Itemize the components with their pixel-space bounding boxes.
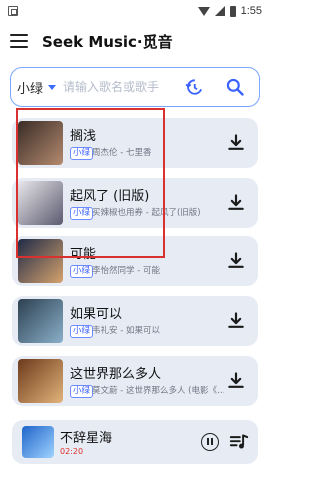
now-playing-title: 不辞星海 — [60, 431, 113, 446]
song-subtitle: 韦礼安 - 如果可以 — [92, 326, 160, 336]
song-item[interactable]: 这世界那么多人 小绿 莫文蔚 - 这世界那么多人 (电影《… — [12, 356, 258, 406]
download-icon[interactable] — [226, 371, 246, 391]
chevron-down-icon[interactable] — [48, 85, 56, 90]
song-title: 如果可以 — [70, 307, 123, 322]
download-icon[interactable] — [226, 193, 246, 213]
playlist-icon[interactable] — [229, 433, 249, 451]
status-bar: 1:55 — [0, 0, 270, 22]
song-item[interactable]: 可能 小绿 李怡然同学 - 可能 — [12, 236, 258, 286]
app-bar: Seek Music·觅音 — [0, 22, 270, 62]
download-icon[interactable] — [226, 311, 246, 331]
download-icon[interactable] — [226, 133, 246, 153]
wifi-icon — [197, 6, 210, 16]
now-playing-bar[interactable]: 不辞星海 02:20 — [12, 420, 258, 464]
album-cover — [18, 181, 63, 225]
source-tag: 小绿 — [70, 385, 94, 398]
source-tag: 小绿 — [70, 265, 94, 278]
notification-icon — [8, 6, 18, 16]
source-tag: 小绿 — [70, 147, 94, 160]
album-cover — [18, 121, 63, 165]
song-item[interactable]: 搁浅 小绿 周杰伦 - 七里香 — [12, 118, 258, 168]
song-subtitle: 周杰伦 - 七里香 — [92, 148, 152, 158]
signal-icon — [214, 6, 225, 16]
song-item[interactable]: 如果可以 小绿 韦礼安 - 如果可以 — [12, 296, 258, 346]
song-title: 这世界那么多人 — [70, 367, 162, 382]
menu-icon[interactable] — [10, 34, 28, 48]
song-title: 起风了 (旧版) — [70, 189, 150, 204]
source-select[interactable]: 小绿 — [17, 78, 43, 97]
album-cover — [22, 426, 54, 458]
playback-time: 02:20 — [60, 447, 84, 456]
history-icon[interactable] — [185, 78, 203, 96]
source-tag: 小绿 — [70, 207, 94, 220]
album-cover — [18, 239, 63, 283]
status-time: 1:55 — [240, 5, 262, 17]
song-item[interactable]: 起风了 (旧版) 小绿 买辣椒也用券 - 起风了(旧版) — [12, 178, 258, 228]
search-icon[interactable] — [225, 77, 245, 97]
song-subtitle: 李怡然同学 - 可能 — [92, 266, 160, 276]
pause-button[interactable] — [201, 433, 219, 451]
album-cover — [18, 359, 63, 403]
download-icon[interactable] — [226, 251, 246, 271]
album-cover — [18, 299, 63, 343]
search-bar: 小绿 — [10, 67, 260, 107]
source-tag: 小绿 — [70, 325, 94, 338]
song-subtitle: 买辣椒也用券 - 起风了(旧版) — [92, 208, 201, 218]
battery-icon — [229, 5, 236, 17]
song-title: 搁浅 — [70, 129, 97, 144]
app-title: Seek Music·觅音 — [42, 33, 173, 51]
song-subtitle: 莫文蔚 - 这世界那么多人 (电影《… — [92, 386, 224, 396]
song-title: 可能 — [70, 247, 97, 262]
search-input[interactable] — [63, 76, 183, 98]
